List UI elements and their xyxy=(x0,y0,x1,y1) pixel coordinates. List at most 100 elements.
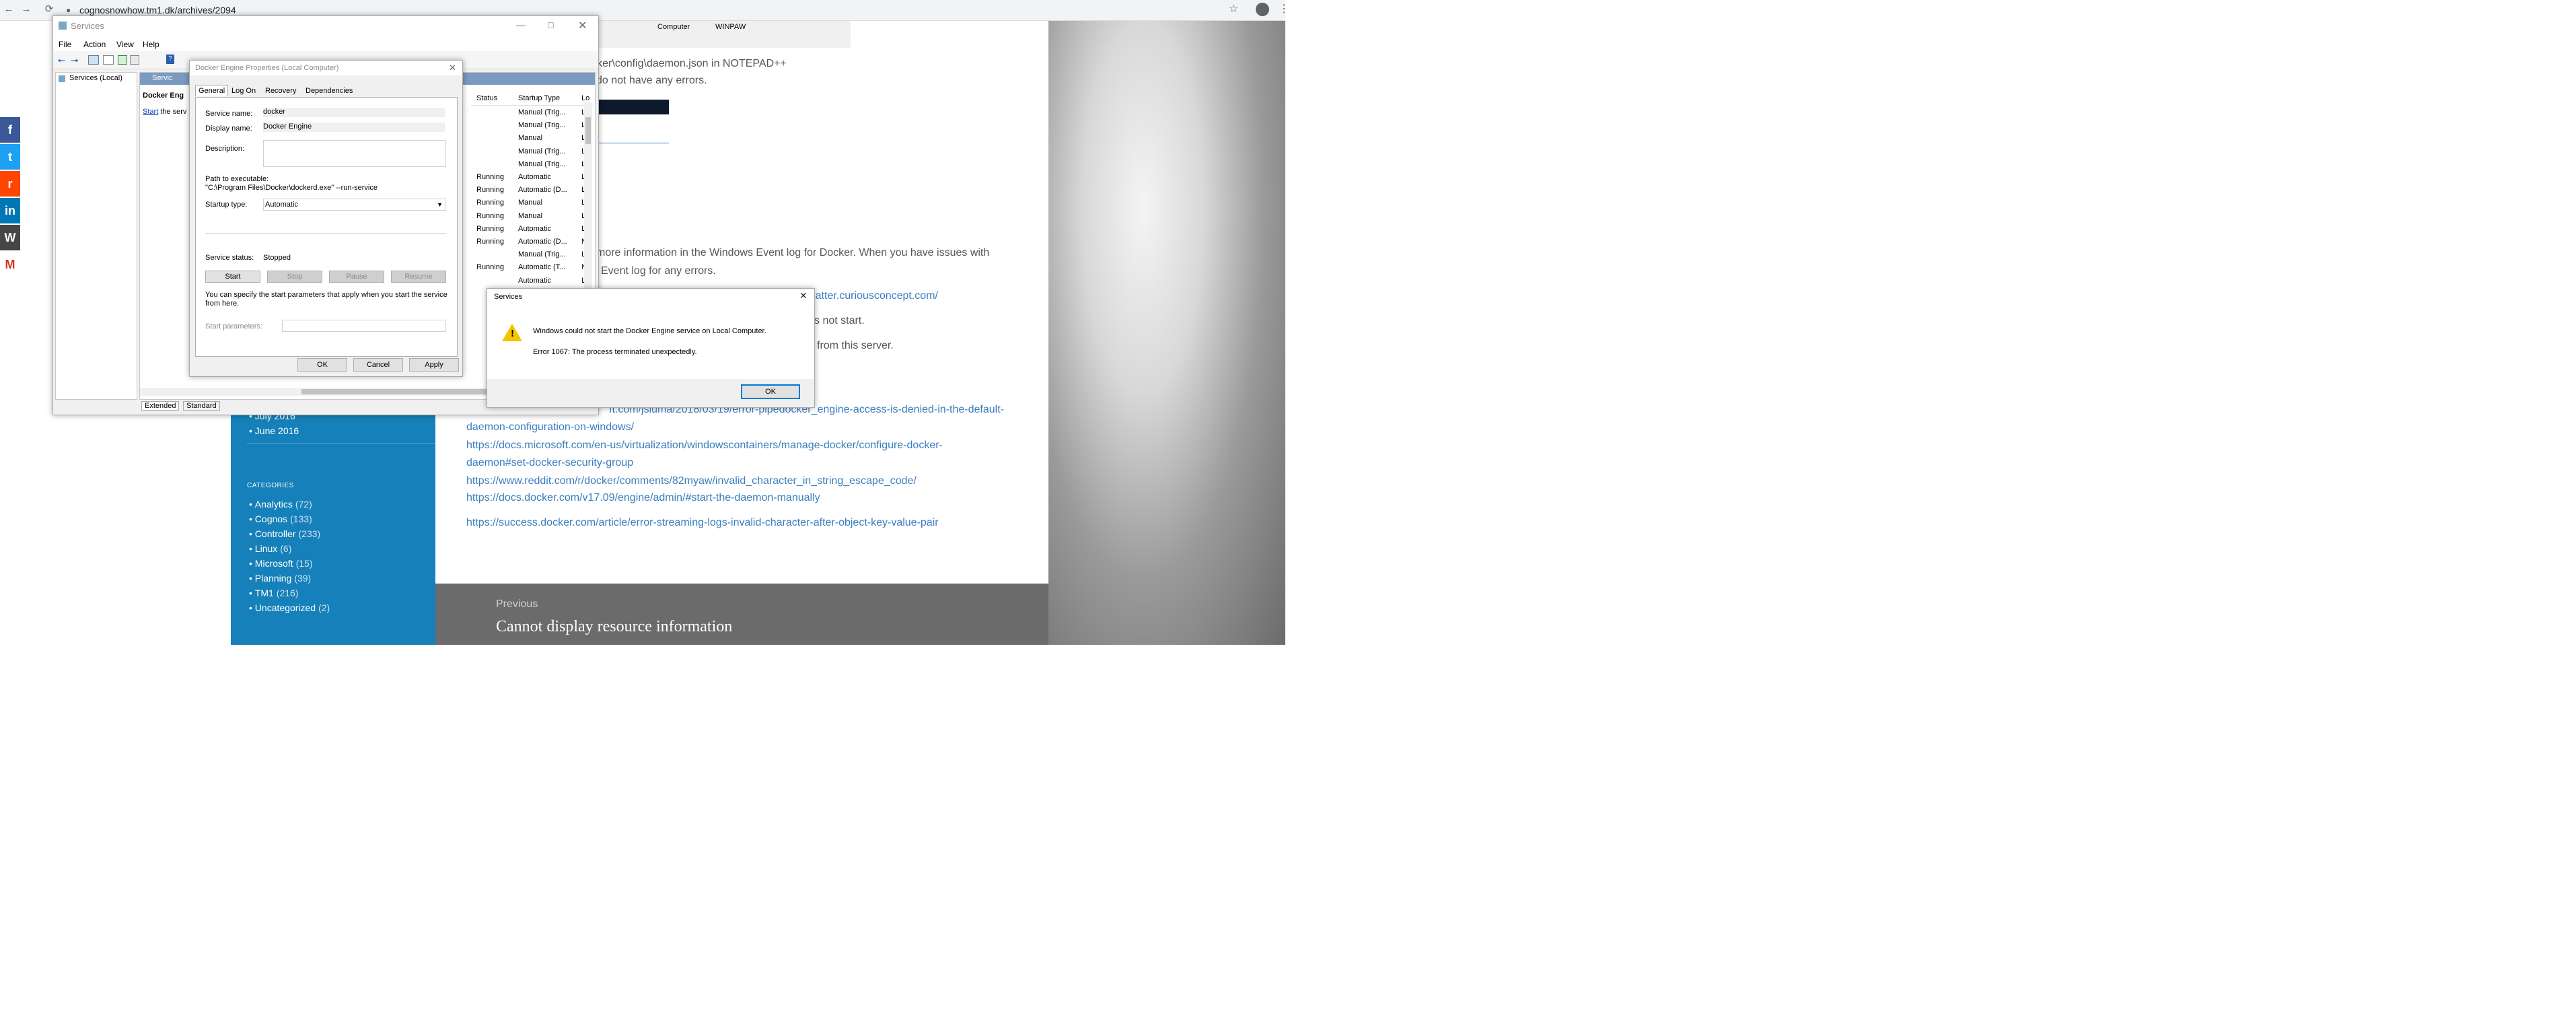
close-icon[interactable]: ✕ xyxy=(799,290,808,302)
computer-value: WINPAW xyxy=(715,23,746,31)
category-item[interactable]: • Cognos (133) xyxy=(249,514,312,524)
service-row[interactable]: RunningAutomatic (D...Lo xyxy=(476,184,589,197)
tree-item-services-local[interactable]: Services (Local) xyxy=(69,74,122,82)
tab-recovery[interactable]: Recovery xyxy=(262,86,299,96)
service-row[interactable]: Manual (Trig...Lo xyxy=(476,106,589,119)
service-row[interactable]: RunningAutomatic (T...Ne xyxy=(476,261,591,274)
cancel-button[interactable]: Cancel xyxy=(353,358,403,372)
category-item[interactable]: • Uncategorized (2) xyxy=(249,602,330,613)
article-link[interactable]: rmatter.curiousconcept.com/ xyxy=(803,290,938,302)
reddit-icon[interactable]: r xyxy=(0,171,20,197)
tab-log-on[interactable]: Log On xyxy=(229,86,258,96)
category-name[interactable]: Controller xyxy=(255,528,296,539)
forward-icon[interactable]: → xyxy=(19,2,34,17)
service-row[interactable]: Manual (Trig...Lo xyxy=(476,119,589,132)
gmail-icon[interactable]: M xyxy=(0,252,20,277)
description-field[interactable] xyxy=(263,140,446,167)
category-name[interactable]: Linux xyxy=(255,543,277,554)
back-icon[interactable]: ← xyxy=(1,2,16,17)
service-row[interactable]: Manual (Trig...Lo xyxy=(476,248,589,261)
forward-icon[interactable]: 🠖 xyxy=(71,54,79,70)
help-icon[interactable]: ? xyxy=(166,55,174,64)
maximize-icon[interactable]: □ xyxy=(548,20,553,30)
wordpress-icon[interactable]: W xyxy=(0,225,20,250)
column-log-on[interactable]: Lo xyxy=(581,94,589,102)
show-hide-tree-icon[interactable] xyxy=(88,55,99,65)
start-service-link[interactable]: Start the serv xyxy=(143,108,186,116)
export-icon[interactable] xyxy=(130,55,139,65)
properties-icon[interactable] xyxy=(103,55,114,65)
hscroll-thumb[interactable] xyxy=(301,389,517,394)
tab-standard[interactable]: Standard xyxy=(183,401,220,411)
category-item[interactable]: • Microsoft (15) xyxy=(249,558,313,569)
minimize-icon[interactable]: — xyxy=(516,20,526,30)
category-name[interactable]: TM1 xyxy=(255,588,274,598)
profile-avatar[interactable] xyxy=(1256,3,1269,16)
category-item[interactable]: • Controller (233) xyxy=(249,528,320,539)
service-row[interactable]: Manual (Trig...Lo xyxy=(476,158,589,171)
error-dialog: Services ✕ ! Windows could not start the… xyxy=(487,288,815,408)
service-row[interactable]: RunningAutomaticLo xyxy=(476,171,589,184)
scrollbar-thumb[interactable] xyxy=(585,117,591,144)
reload-icon[interactable]: ⟳ xyxy=(42,2,57,17)
close-icon[interactable]: ✕ xyxy=(578,19,587,32)
tab-dependencies[interactable]: Dependencies xyxy=(303,86,355,96)
service-row[interactable]: RunningManualLo xyxy=(476,197,589,209)
category-name[interactable]: Cognos xyxy=(255,514,287,524)
reference-link[interactable]: https://success.docker.com/article/error… xyxy=(466,517,939,529)
service-row[interactable]: AutomaticLo xyxy=(476,275,589,287)
category-name[interactable]: Analytics xyxy=(255,499,293,510)
refresh-icon[interactable] xyxy=(118,55,127,65)
menu-action[interactable]: Action xyxy=(83,40,106,49)
resume-button[interactable]: Resume xyxy=(391,271,446,283)
close-icon[interactable]: ✕ xyxy=(449,63,456,73)
previous-post-link[interactable]: Cannot display resource information xyxy=(496,618,732,636)
column-status[interactable]: Status xyxy=(476,94,497,102)
tab-general[interactable]: General xyxy=(195,85,229,96)
category-name[interactable]: Uncategorized xyxy=(255,602,316,613)
category-item[interactable]: • TM1 (216) xyxy=(249,588,298,598)
menu-view[interactable]: View xyxy=(116,40,134,49)
stop-button[interactable]: Stop xyxy=(267,271,322,283)
reference-link[interactable]: https://www.reddit.com/r/docker/comments… xyxy=(466,475,917,487)
bullet: • xyxy=(249,558,255,569)
reference-link[interactable]: daemon-configuration-on-windows/ xyxy=(466,421,634,433)
reference-link[interactable]: https://docs.microsoft.com/en-us/virtual… xyxy=(466,440,943,452)
service-row[interactable]: RunningManualLo xyxy=(476,210,589,223)
linkedin-icon[interactable]: in xyxy=(0,198,20,223)
apply-button[interactable]: Apply xyxy=(409,358,459,372)
bullet: • xyxy=(249,588,255,598)
error-message: Windows could not start the Docker Engin… xyxy=(533,327,766,335)
bullet: • xyxy=(249,573,255,584)
back-icon[interactable]: 🠔 xyxy=(57,54,65,70)
start-button[interactable]: Start xyxy=(205,271,260,283)
tab-extended[interactable]: Extended xyxy=(141,401,180,411)
service-row[interactable]: RunningAutomatic (D...Ne xyxy=(476,236,591,248)
ok-button[interactable]: OK xyxy=(297,358,347,372)
star-icon[interactable]: ☆ xyxy=(1229,2,1238,15)
bullet: • xyxy=(249,528,255,539)
display-name-field[interactable]: Docker Engine xyxy=(263,123,445,132)
menu-help[interactable]: Help xyxy=(143,40,159,49)
error-ok-button[interactable]: OK xyxy=(741,384,800,399)
service-row[interactable]: RunningAutomaticLo xyxy=(476,223,589,236)
pause-button[interactable]: Pause xyxy=(329,271,384,283)
category-item[interactable]: • Analytics (72) xyxy=(249,499,312,510)
facebook-icon[interactable]: f xyxy=(0,117,20,143)
category-name[interactable]: Microsoft xyxy=(255,558,293,569)
twitter-icon[interactable]: t xyxy=(0,144,20,170)
reference-link[interactable]: https://docs.docker.com/v17.09/engine/ad… xyxy=(466,492,820,504)
service-row[interactable]: ManualLo xyxy=(476,132,589,145)
category-count: (216) xyxy=(276,588,299,598)
service-row[interactable]: Manual (Trig...Lo xyxy=(476,145,589,158)
category-item[interactable]: • Planning (39) xyxy=(249,573,311,584)
menu-file[interactable]: File xyxy=(59,40,71,49)
category-name[interactable]: Planning xyxy=(255,573,292,584)
archive-item[interactable]: • June 2016 xyxy=(249,425,299,436)
column-startup-type[interactable]: Startup Type xyxy=(518,94,560,102)
start-params-input[interactable] xyxy=(282,320,446,332)
menu-dots-icon[interactable]: ⋮ xyxy=(1279,2,1289,15)
reference-link[interactable]: daemon#set-docker-security-group xyxy=(466,457,633,469)
startup-type-select[interactable]: Automatic ▼ xyxy=(263,199,446,211)
category-item[interactable]: • Linux (6) xyxy=(249,543,291,554)
